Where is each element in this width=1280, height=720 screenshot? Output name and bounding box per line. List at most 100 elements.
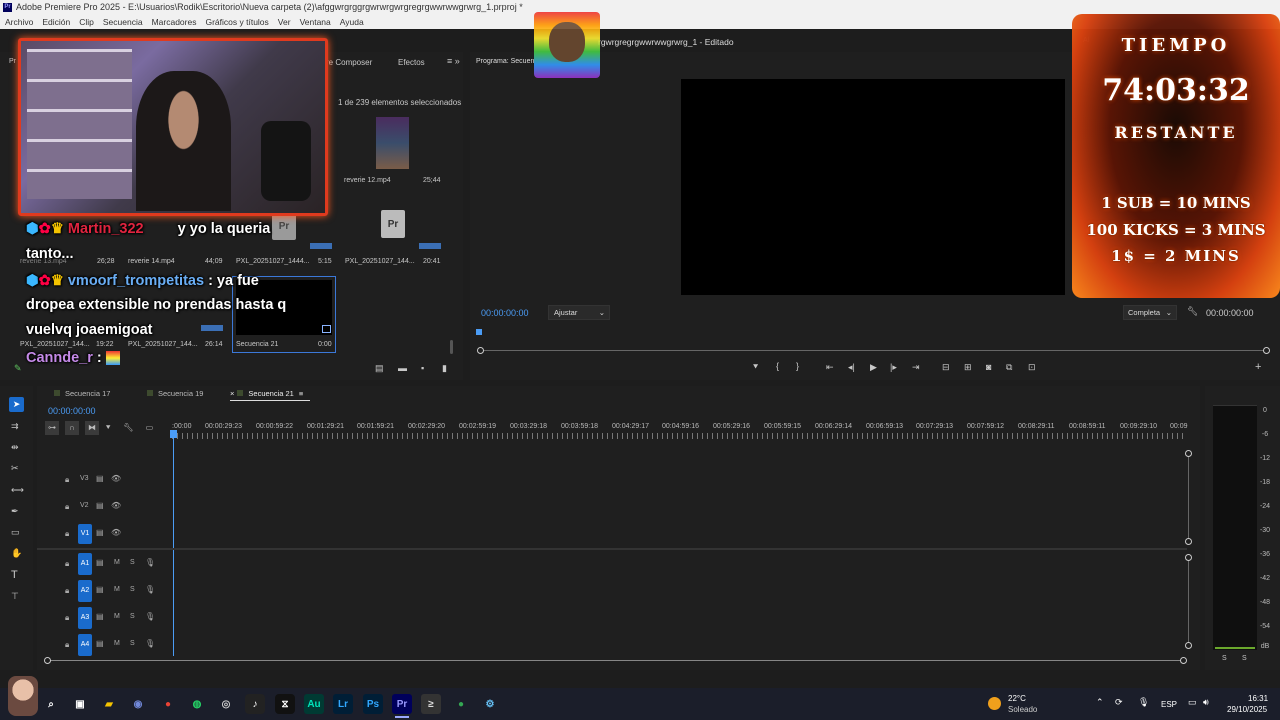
mute-button[interactable]: M: [114, 613, 120, 620]
project-tab-pr[interactable]: Pr: [9, 58, 16, 65]
lightroom-icon[interactable]: Lr: [333, 694, 353, 714]
solo-button[interactable]: S: [130, 640, 135, 647]
discord-icon[interactable]: ◉: [128, 694, 148, 714]
eye-icon[interactable]: 👁︎: [111, 474, 121, 483]
film-icon[interactable]: ▤: [96, 558, 104, 567]
program-timecode-left[interactable]: 00:00:00:00: [481, 308, 529, 318]
go-to-out-icon[interactable]: ⇥: [912, 362, 920, 373]
thumb-reverie-12[interactable]: [376, 117, 409, 169]
photoshop-icon[interactable]: Ps: [363, 694, 383, 714]
tab-composer[interactable]: re Composer: [326, 58, 372, 67]
lock-icon[interactable]: 🔒︎: [65, 640, 69, 650]
ripple-edit-icon[interactable]: ⇹: [11, 442, 19, 453]
marker-icon[interactable]: ⯆: [105, 423, 111, 432]
nest-icon[interactable]: ⊶: [45, 421, 59, 435]
rectangle-icon[interactable]: ▭: [11, 527, 20, 538]
weather-temp[interactable]: 22°C: [1008, 694, 1026, 703]
lock-icon[interactable]: 🔒︎: [65, 559, 69, 569]
solo-button[interactable]: S: [130, 613, 135, 620]
menu-ver[interactable]: Ver: [278, 17, 291, 27]
fit-dropdown[interactable]: Ajustar ⌄: [548, 305, 610, 320]
selection-tool-icon[interactable]: ➤: [9, 397, 24, 412]
solo-button[interactable]: S: [130, 586, 135, 593]
task-view-icon[interactable]: ▣: [70, 694, 90, 714]
premiere-icon[interactable]: Pr: [392, 694, 412, 714]
menu-ventana[interactable]: Ventana: [300, 17, 331, 27]
scroll-handle[interactable]: [44, 657, 51, 664]
scroll-handle[interactable]: [1185, 538, 1192, 545]
step-back-icon[interactable]: ◂|: [848, 362, 855, 373]
film-icon[interactable]: ▤: [96, 585, 104, 594]
network-icon[interactable]: ▭: [1188, 697, 1197, 708]
tray-chevron-icon[interactable]: ⌃: [1096, 697, 1104, 708]
premiere-file-icon[interactable]: Pr: [381, 210, 405, 238]
menu-graficos[interactable]: Gráficos y títulos: [205, 17, 268, 27]
linked-selection-icon[interactable]: ⧓: [85, 421, 99, 435]
solo-button[interactable]: S: [130, 559, 135, 566]
mute-button[interactable]: M: [114, 640, 120, 647]
whatsapp-icon[interactable]: ◍: [187, 694, 207, 714]
capcut-icon[interactable]: ⧖: [275, 694, 295, 714]
mic-icon[interactable]: 🎙︎: [145, 639, 155, 648]
audio-vertical-scrollbar[interactable]: [1188, 557, 1189, 645]
add-marker-icon[interactable]: ⯆: [752, 362, 759, 373]
film-icon[interactable]: ▤: [96, 639, 104, 648]
settings-wrench-icon[interactable]: 🔧︎: [123, 423, 133, 432]
snap-icon[interactable]: ∩: [65, 421, 79, 435]
mic-icon[interactable]: 🎙︎: [145, 585, 155, 594]
lock-icon[interactable]: 🔒︎: [65, 529, 69, 539]
lock-icon[interactable]: 🔒︎: [65, 502, 69, 512]
mic-tray-icon[interactable]: 🎙︎: [1138, 697, 1149, 708]
add-button-icon[interactable]: +: [1255, 361, 1261, 373]
list-view-icon[interactable]: ▤: [375, 363, 384, 374]
track-target-a4[interactable]: A4: [78, 634, 92, 656]
sync-icon[interactable]: ⟳: [1115, 697, 1123, 708]
caption-icon[interactable]: ⊤: [11, 591, 19, 602]
clock-date[interactable]: 29/10/2025: [1227, 705, 1267, 714]
hand-icon[interactable]: ✋: [11, 548, 22, 559]
chrome-icon-2[interactable]: ●: [451, 694, 471, 714]
terminal-icon[interactable]: ≥: [421, 694, 441, 714]
track-target-a1[interactable]: A1: [78, 553, 92, 575]
scrubber-end-handle[interactable]: [1263, 347, 1270, 354]
menu-archivo[interactable]: Archivo: [5, 17, 33, 27]
chrome-icon[interactable]: ●: [158, 694, 178, 714]
track-select-icon[interactable]: ⇉: [11, 421, 19, 432]
eye-icon[interactable]: 👁︎: [111, 528, 121, 537]
new-bin-icon[interactable]: ▬: [398, 363, 407, 373]
timeline-tab-seq19[interactable]: Secuencia 19: [147, 389, 203, 398]
lift-icon[interactable]: ⊟: [942, 362, 950, 373]
weather-desc[interactable]: Soleado: [1008, 705, 1037, 714]
type-icon[interactable]: T: [11, 569, 18, 581]
video-audio-divider[interactable]: [37, 548, 1187, 550]
video-vertical-scrollbar[interactable]: [1188, 453, 1189, 541]
button-editor-icon[interactable]: ⊡: [1028, 362, 1036, 373]
extract-icon[interactable]: ⊞: [964, 362, 972, 373]
playhead-marker[interactable]: [476, 329, 482, 335]
project-scrollbar[interactable]: [450, 340, 453, 354]
solo-left[interactable]: S: [1222, 655, 1227, 662]
timeline-tab-seq21[interactable]: × Secuencia 21 ≡: [230, 389, 303, 398]
film-icon[interactable]: ▤: [96, 528, 104, 537]
scroll-handle[interactable]: [1185, 450, 1192, 457]
mic-icon[interactable]: 🎙︎: [145, 612, 155, 621]
menu-ayuda[interactable]: Ayuda: [340, 17, 364, 27]
panel-menu-icon[interactable]: ≡ »: [447, 56, 460, 66]
scroll-handle[interactable]: [1185, 642, 1192, 649]
timeline-playhead[interactable]: [173, 430, 174, 656]
slip-icon[interactable]: ⟷: [11, 485, 24, 496]
tab-effects[interactable]: Efectos: [398, 58, 425, 67]
eye-icon[interactable]: 👁︎: [111, 501, 121, 510]
scroll-handle[interactable]: [1185, 554, 1192, 561]
menu-edicion[interactable]: Edición: [42, 17, 70, 27]
menu-marcadores[interactable]: Marcadores: [152, 17, 197, 27]
mark-out-icon[interactable]: }: [796, 361, 799, 371]
mic-icon[interactable]: 🎙︎: [145, 558, 155, 567]
step-forward-icon[interactable]: |▸: [890, 362, 897, 373]
track-target-a3[interactable]: A3: [78, 607, 92, 629]
program-scrubber[interactable]: [481, 350, 1267, 351]
search-icon[interactable]: ⌕: [41, 694, 61, 714]
wrench-icon[interactable]: 🔧︎: [1187, 306, 1198, 317]
start-avatar[interactable]: [8, 676, 38, 716]
menu-secuencia[interactable]: Secuencia: [103, 17, 143, 27]
